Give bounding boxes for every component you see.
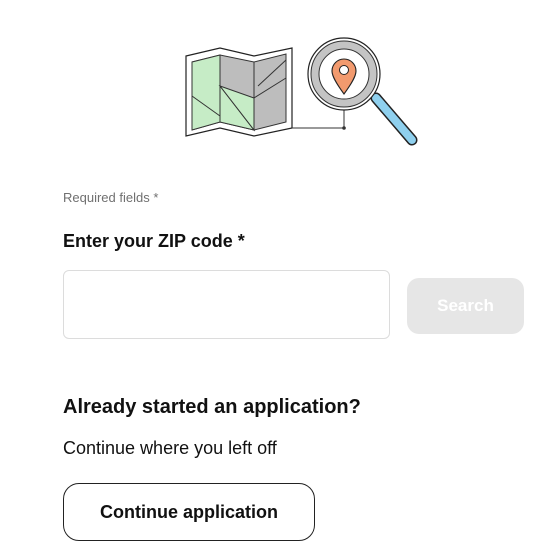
continue-subtext: Continue where you left off	[63, 438, 277, 458]
map-magnifier-icon	[185, 37, 418, 146]
zip-code-label: Enter your ZIP code *	[63, 231, 245, 251]
required-fields-note: Required fields *	[63, 190, 159, 205]
map-magnifier-illustration	[182, 36, 422, 152]
already-started-heading: Already started an application?	[63, 396, 361, 418]
zip-code-input[interactable]	[63, 270, 390, 339]
continue-application-button[interactable]: Continue application	[63, 483, 315, 541]
search-button[interactable]: Search	[407, 278, 524, 334]
